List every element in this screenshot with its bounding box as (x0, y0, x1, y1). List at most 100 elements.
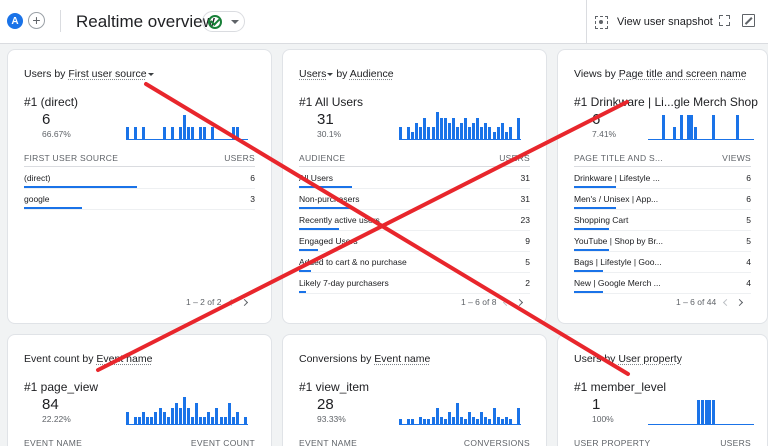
sparkline-bar (411, 131, 415, 140)
sparkline-bar (407, 127, 411, 140)
sparkline-bar (431, 416, 435, 425)
card-title-dimension[interactable]: First user source (68, 68, 146, 80)
metric-column-header: USERS (499, 153, 530, 163)
sparkline-bar (199, 416, 203, 425)
row-dimension-value: Likely 7-day purchasers (299, 278, 389, 288)
row-share-bar (574, 270, 603, 272)
row-metric-value: 6 (250, 173, 255, 183)
table-row[interactable]: Bags | Lifestyle | Goo... 4 (574, 252, 751, 273)
row-dimension-value: Shopping Cart (574, 215, 629, 225)
pagination-label: 1 – 6 of 8 (461, 297, 497, 307)
sparkline-bar (138, 416, 142, 425)
insights-icon[interactable] (742, 14, 755, 27)
row-metric-value: 5 (525, 257, 530, 267)
table-row[interactable]: Drinkware | Lifestyle ... 6 (574, 168, 751, 189)
sparkline-bar (516, 117, 520, 140)
sparkline-bar (187, 127, 190, 140)
dimension-column-header: EVENT NAME (299, 438, 358, 446)
chevron-right-icon[interactable] (516, 298, 524, 306)
table-row[interactable]: YouTube | Shop by Br... 5 (574, 231, 751, 252)
sparkline-bar (231, 416, 235, 425)
table-row[interactable]: Recently active users 23 (299, 210, 530, 231)
sparkline-bar (455, 127, 459, 140)
chevron-right-icon[interactable] (241, 298, 249, 306)
chevron-right-icon[interactable] (736, 298, 744, 306)
table-row[interactable]: Added to cart & no purchase 5 (299, 252, 530, 273)
top-item-value: 84 (42, 396, 59, 413)
metric-column-header: CONVERSIONS (463, 438, 530, 446)
sparkline-bar (472, 416, 476, 425)
row-share-bar (574, 228, 609, 230)
sparkline-bar (672, 127, 676, 140)
header-divider (60, 10, 61, 32)
sparkline-bar (223, 416, 227, 425)
sparkline-chart (399, 397, 521, 425)
top-item-label: #1 All Users (299, 95, 364, 109)
table-row[interactable]: Engaged Users 9 (299, 231, 530, 252)
card-title: Views by Page title and screen name (574, 68, 747, 80)
add-comparison-button[interactable]: + (28, 12, 45, 29)
row-share-bar (24, 186, 137, 188)
table-row[interactable]: Men's / Unisex | App... 6 (574, 189, 751, 210)
sparkline-bar (207, 412, 211, 425)
table-row[interactable]: Shopping Cart 5 (574, 210, 751, 231)
views-by-page-title-card: Views by Page title and screen name #1 D… (557, 49, 768, 324)
card-title-dimension[interactable]: User property (618, 353, 682, 365)
sparkline-bar (170, 127, 174, 140)
sparkline-bar (211, 127, 215, 140)
sparkline-bar (504, 131, 508, 140)
sparkline-chart (126, 112, 248, 140)
dimension-caret-icon (147, 72, 154, 76)
sparkline-bar (126, 127, 129, 140)
sparkline-bar (195, 402, 199, 425)
sparkline-bar (451, 117, 455, 140)
row-metric-value: 3 (250, 194, 255, 204)
sparkline-bar (191, 416, 195, 425)
chevron-left-icon[interactable] (228, 298, 236, 306)
sparkline-chart (648, 112, 754, 140)
sparkline-bar (235, 127, 239, 140)
sparkline-bar (182, 397, 186, 425)
pagination: 1 – 6 of 8 (461, 297, 524, 307)
dimension-column-header: PAGE TITLE AND S... (574, 153, 663, 163)
row-metric-value: 5 (746, 236, 751, 246)
chevron-left-icon[interactable] (723, 298, 731, 306)
table-row[interactable]: All Users 31 (299, 168, 530, 189)
table-header: AUDIENCE USERS (299, 153, 530, 167)
sparkline-bar (472, 123, 476, 140)
row-share-bar (574, 291, 603, 293)
chevron-left-icon[interactable] (503, 298, 511, 306)
sparkline-bar (150, 416, 154, 425)
view-user-snapshot-button[interactable]: View user snapshot (595, 13, 713, 31)
table-row[interactable]: Likely 7-day purchasers 2 (299, 273, 530, 294)
fullscreen-icon[interactable] (719, 15, 730, 26)
table-row[interactable]: google 3 (24, 189, 255, 210)
card-title-dimension[interactable]: Event name (374, 353, 430, 365)
sparkline-bar (484, 123, 488, 140)
table-row[interactable]: (direct) 6 (24, 168, 255, 189)
sparkline-bar (203, 127, 207, 140)
card-title-dimension[interactable]: Page title and screen name (619, 68, 747, 80)
sparkline-bar (435, 408, 439, 425)
row-share-bar (574, 186, 616, 188)
sparkline-bar (170, 408, 174, 425)
data-quality-dropdown[interactable] (202, 11, 245, 32)
sparkline-bar (227, 402, 231, 425)
sparkline-bar (480, 412, 484, 425)
sparkline-bar (231, 127, 235, 140)
sparkline-bar (496, 127, 500, 140)
sparkline-bar (447, 123, 451, 140)
sparkline-bar (431, 127, 435, 140)
account-avatar[interactable]: A (7, 13, 23, 29)
pagination: 1 – 6 of 44 (676, 297, 744, 307)
card-title-dimension[interactable]: Event name (96, 353, 152, 365)
top-item-label: #1 view_item (299, 380, 370, 394)
card-title-dimension[interactable]: Audience (350, 68, 394, 80)
caret-down-icon (231, 20, 239, 24)
table-row[interactable]: Non-purchasers 31 (299, 189, 530, 210)
table-row[interactable]: New | Google Merch ... 4 (574, 273, 751, 294)
sparkline-bar (439, 416, 443, 425)
pagination-label: 1 – 2 of 2 (186, 297, 222, 307)
sparkline-bar (679, 114, 683, 140)
sparkline-bar (411, 419, 415, 425)
